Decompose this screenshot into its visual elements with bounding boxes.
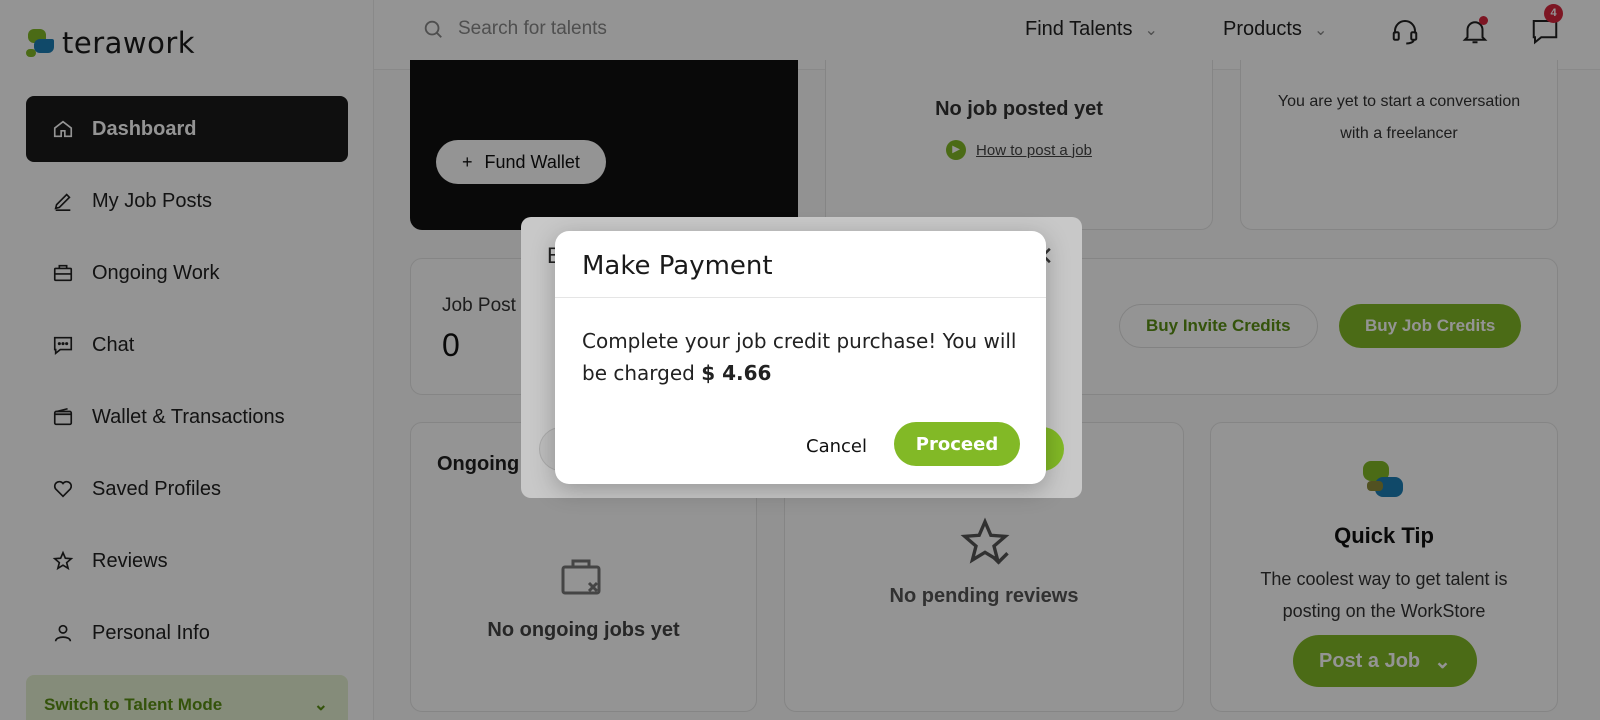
proceed-button[interactable]: Proceed xyxy=(894,422,1020,466)
make-payment-dialog: Make Payment Complete your job credit pu… xyxy=(555,231,1046,484)
dialog-message: Complete your job credit purchase! You w… xyxy=(582,325,1022,389)
dialog-title: Make Payment xyxy=(582,251,773,281)
payment-amount: $ 4.66 xyxy=(701,361,772,385)
cancel-button[interactable]: Cancel xyxy=(806,426,867,466)
dialog-message-text: Complete your job credit purchase! You w… xyxy=(582,329,1017,385)
divider xyxy=(555,297,1046,298)
